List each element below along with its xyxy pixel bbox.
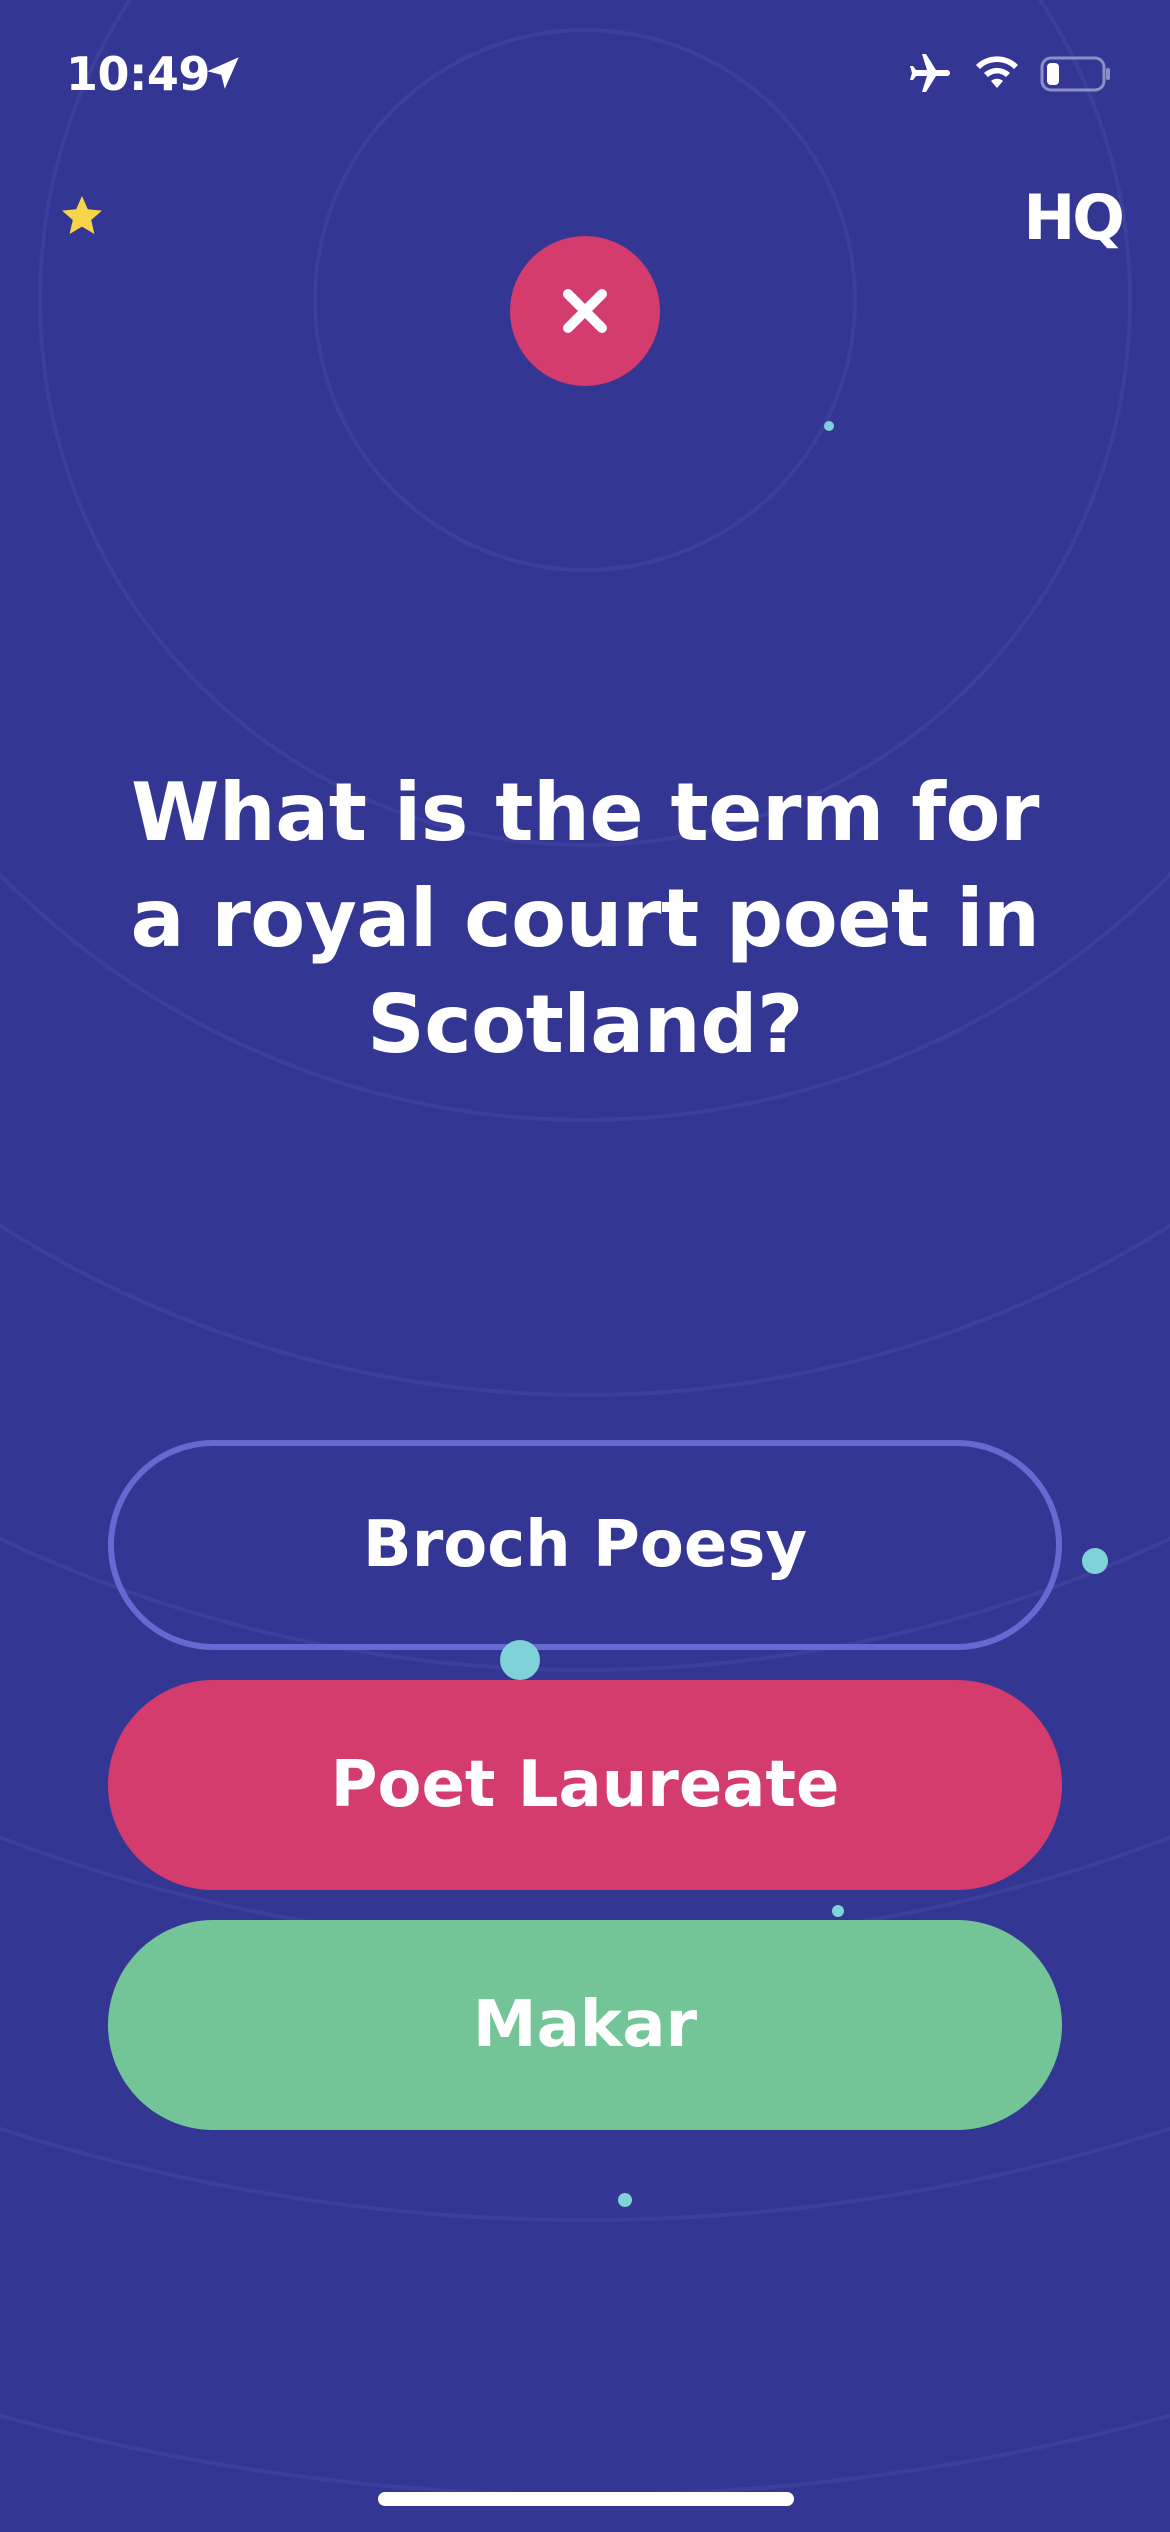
wifi-icon (976, 56, 1018, 88)
home-indicator[interactable] (378, 2492, 794, 2506)
location-icon (207, 57, 239, 89)
close-icon (563, 289, 607, 333)
battery-icon (1040, 56, 1110, 92)
decor-dot (618, 2193, 632, 2207)
decor-dot (832, 1905, 844, 1917)
airplane-icon (910, 54, 950, 92)
decor-dot (500, 1640, 540, 1680)
wrong-answer-badge (510, 236, 660, 386)
answer-option-3[interactable]: Makar (108, 1920, 1062, 2130)
answer-option-1[interactable]: Broch Poesy (108, 1440, 1062, 1650)
answer-option-2[interactable]: Poet Laureate (108, 1680, 1062, 1890)
star-icon[interactable] (58, 192, 106, 240)
trivia-screen: 10:49 HQ What is the term for a royal co… (0, 0, 1170, 2532)
hq-logo: HQ (1023, 181, 1125, 254)
decor-dot (1082, 1548, 1108, 1574)
status-time: 10:49 (66, 47, 210, 101)
decor-dot (824, 421, 834, 431)
question-text: What is the term for a royal court poet … (130, 766, 1041, 1071)
